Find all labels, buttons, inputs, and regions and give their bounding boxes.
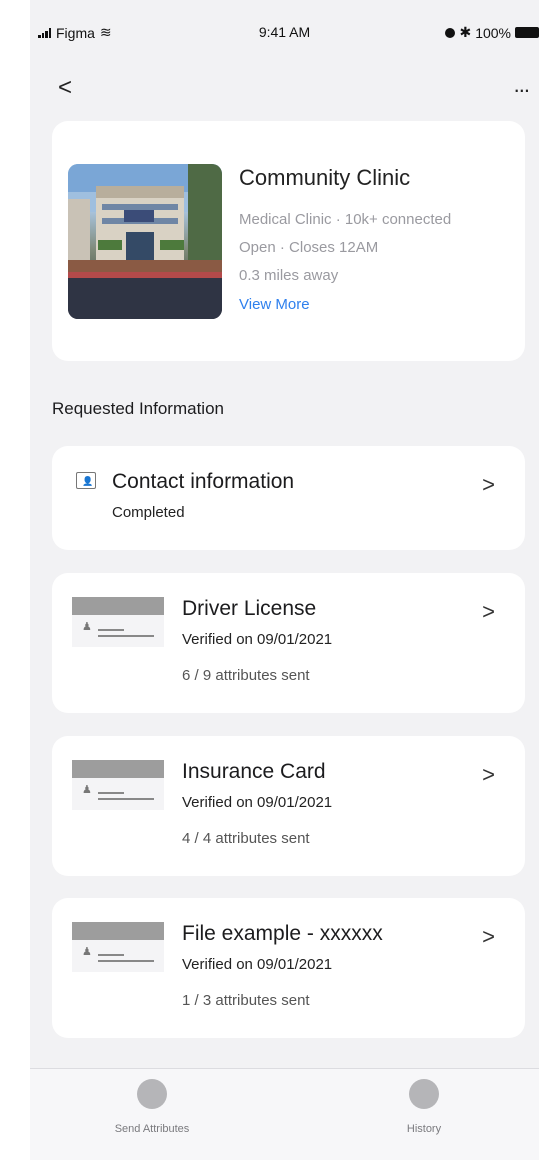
document-verified: Verified on 09/01/2021: [182, 956, 333, 973]
battery-icon: [515, 27, 539, 38]
battery-percent: 100%: [475, 24, 511, 41]
chevron-right-icon: >: [482, 472, 495, 497]
contact-title: Contact information: [112, 470, 295, 493]
screen: Figma ≋ 9:41 AM ✱ 100% < ... Community C…: [30, 0, 539, 1160]
status-bar: Figma ≋ 9:41 AM ✱ 100%: [30, 0, 539, 64]
send-attributes-icon: [137, 1079, 167, 1109]
chevron-right-icon: >: [482, 599, 495, 624]
orientation-lock-icon: [445, 27, 456, 38]
contact-status: Completed: [112, 504, 185, 521]
document-card[interactable]: ♟ Driver License Verified on 09/01/2021 …: [52, 573, 525, 713]
chevron-right-icon: >: [482, 924, 495, 949]
contact-info-card[interactable]: 👤 Contact information Completed >: [52, 446, 525, 550]
clinic-building-image: [68, 164, 222, 319]
document-title: File example - xxxxxx: [182, 922, 383, 945]
tab-history[interactable]: History: [344, 1079, 504, 1135]
status-right: ✱ 100%: [445, 24, 539, 41]
document-verified: Verified on 09/01/2021: [182, 794, 333, 811]
clinic-name: Community Clinic: [239, 165, 411, 190]
tab-label: Send Attributes: [114, 1123, 190, 1135]
tab-send-attributes[interactable]: Send Attributes: [72, 1079, 232, 1135]
tab-label: History: [406, 1123, 442, 1135]
back-icon[interactable]: <: [58, 74, 72, 102]
view-more-link[interactable]: View More: [239, 296, 310, 313]
document-verified: Verified on 09/01/2021: [182, 631, 333, 648]
contact-card-icon: 👤: [76, 472, 96, 489]
document-count: 6 / 9 attributes sent: [182, 667, 310, 684]
more-icon[interactable]: ...: [514, 72, 530, 98]
id-card-icon: ♟: [72, 760, 164, 810]
bluetooth-icon: ✱: [459, 24, 472, 40]
document-title: Driver License: [182, 597, 317, 620]
clinic-hours: Open · Closes 12AM: [239, 239, 379, 256]
history-icon: [409, 1079, 439, 1109]
document-title: Insurance Card: [182, 760, 326, 783]
id-card-icon: ♟: [72, 922, 164, 972]
chevron-right-icon: >: [482, 762, 495, 787]
section-title: Requested Information: [52, 399, 224, 418]
clinic-card: Community Clinic Medical Clinic · 10k+ c…: [52, 121, 525, 361]
id-card-icon: ♟: [72, 597, 164, 647]
document-count: 1 / 3 attributes sent: [182, 992, 310, 1009]
clinic-distance: 0.3 miles away: [239, 267, 339, 284]
tab-bar: Send Attributes History: [30, 1068, 539, 1160]
document-card[interactable]: ♟ Insurance Card Verified on 09/01/2021 …: [52, 736, 525, 876]
clinic-photo: [68, 164, 222, 319]
document-card[interactable]: ♟ File example - xxxxxx Verified on 09/0…: [52, 898, 525, 1038]
clinic-type: Medical Clinic · 10k+ connected: [239, 211, 452, 228]
phone-frame: Figma ≋ 9:41 AM ✱ 100% < ... Community C…: [0, 0, 539, 1160]
document-count: 4 / 4 attributes sent: [182, 830, 310, 847]
